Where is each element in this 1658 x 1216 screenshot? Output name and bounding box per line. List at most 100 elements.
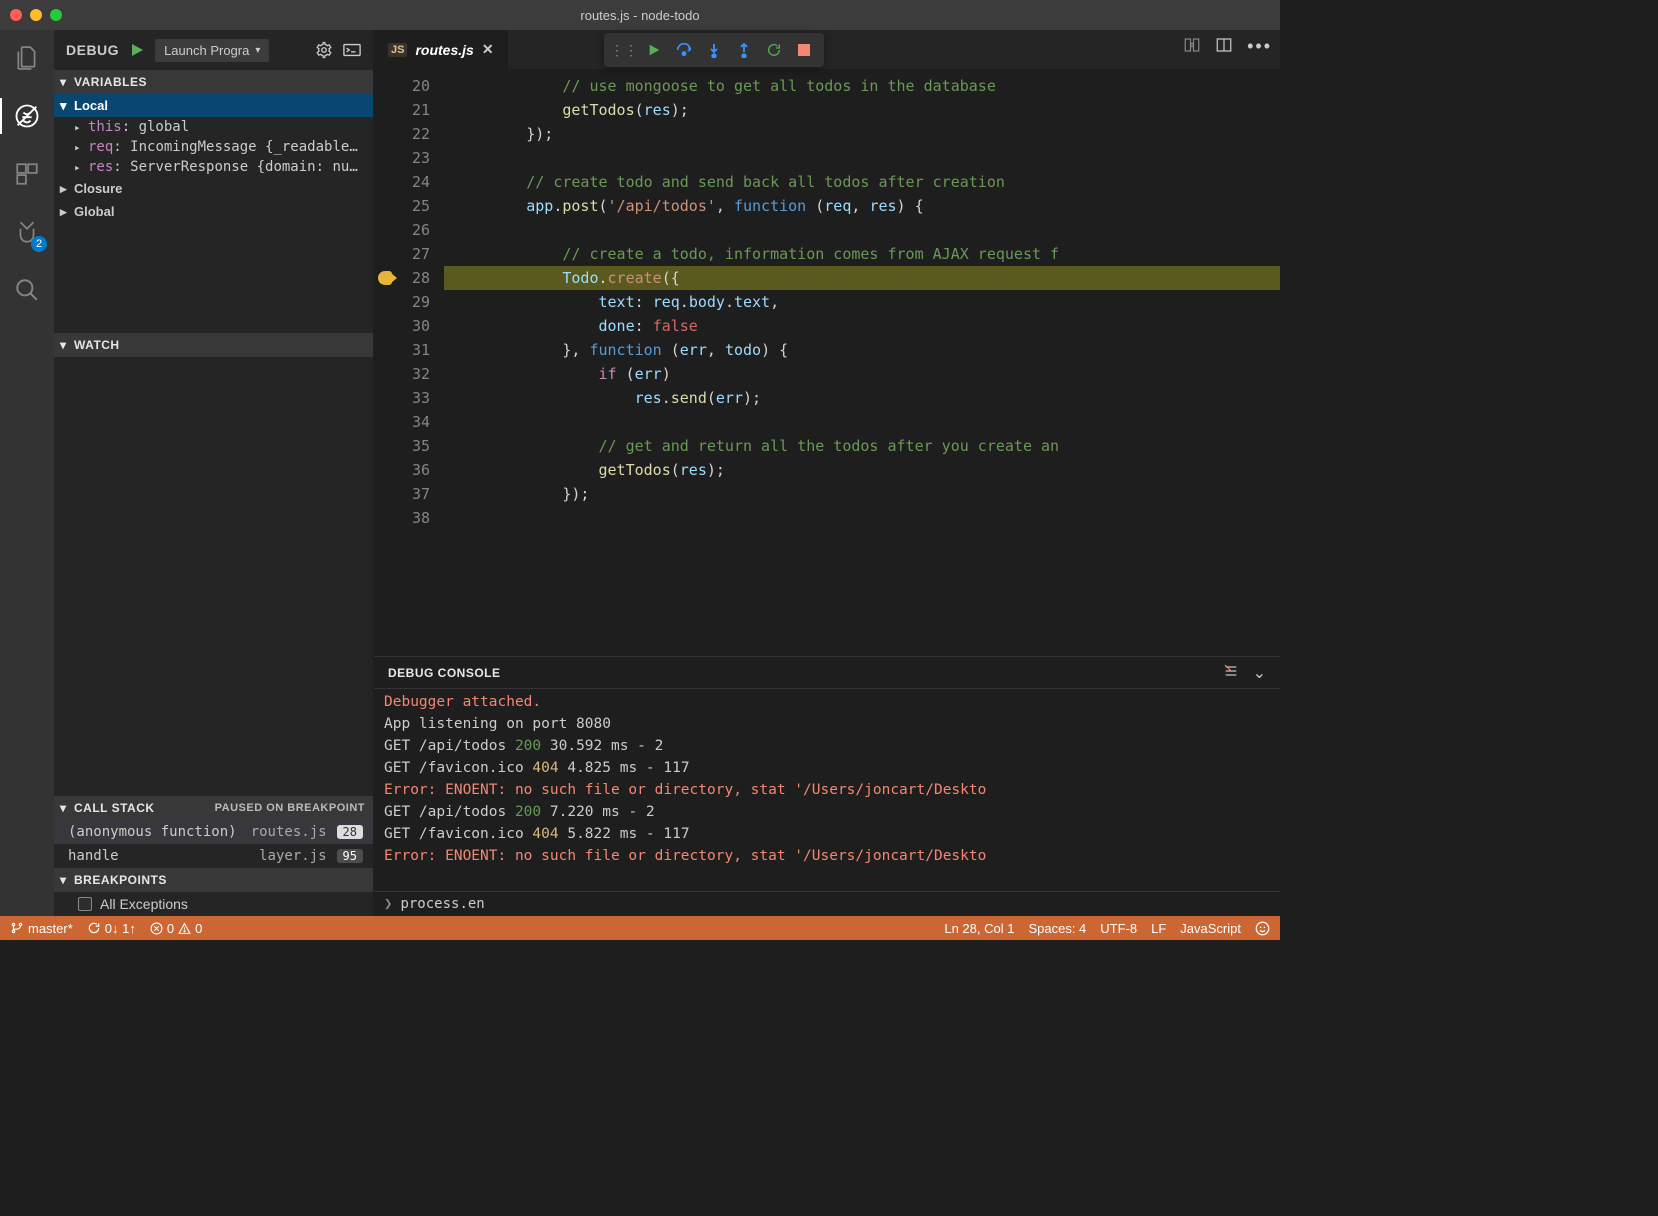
console-icon: [343, 43, 361, 57]
watch-section-header[interactable]: ▾ WATCH: [54, 333, 373, 357]
eol[interactable]: LF: [1151, 921, 1166, 936]
git-branch[interactable]: master*: [10, 921, 73, 936]
callstack-section-header[interactable]: ▾ CALL STACK PAUSED ON BREAKPOINT: [54, 796, 373, 820]
code-line[interactable]: // use mongoose to get all todos in the …: [444, 74, 1280, 98]
breakpoint-item[interactable]: All Exceptions: [54, 892, 373, 916]
sync-icon: [87, 921, 101, 935]
language-mode[interactable]: JavaScript: [1180, 921, 1241, 936]
encoding[interactable]: UTF-8: [1100, 921, 1137, 936]
debug-settings-button[interactable]: [315, 41, 333, 59]
extensions-activity[interactable]: [9, 156, 45, 192]
variable-row[interactable]: ▸this: global: [54, 117, 373, 137]
code-line[interactable]: getTodos(res);: [444, 458, 1280, 482]
debug-sidebar: DEBUG Launch Progra ▾ ▾ VARIABLES ▾ Loca…: [54, 30, 374, 916]
tab-routes-js[interactable]: JS routes.js ✕: [374, 30, 509, 69]
drag-handle[interactable]: ⋮⋮: [610, 37, 638, 63]
scm-activity[interactable]: 2: [9, 214, 45, 250]
code-line[interactable]: // create a todo, information comes from…: [444, 242, 1280, 266]
console-line: GET /api/todos 200 30.592 ms - 2: [384, 735, 1270, 757]
console-line: Debugger attached.: [384, 691, 1270, 713]
code-line[interactable]: Todo.create({: [444, 266, 1280, 290]
line-number: 22: [412, 125, 430, 143]
variable-row[interactable]: ▸req: IncomingMessage {_readableSt…: [54, 137, 373, 157]
code-line[interactable]: // create todo and send back all todos a…: [444, 170, 1280, 194]
close-tab-button[interactable]: ✕: [482, 41, 494, 58]
step-out-button[interactable]: [730, 37, 758, 63]
console-line: GET /api/todos 200 7.220 ms - 2: [384, 801, 1270, 823]
code-line[interactable]: done: false: [444, 314, 1280, 338]
code-line[interactable]: getTodos(res);: [444, 98, 1280, 122]
launch-config-select[interactable]: Launch Progra ▾: [155, 39, 269, 62]
code-line[interactable]: }, function (err, todo) {: [444, 338, 1280, 362]
editor-tabs: JS routes.js ✕ ⋮⋮ •••: [374, 30, 1280, 70]
stop-button[interactable]: [790, 37, 818, 63]
variables-section-header[interactable]: ▾ VARIABLES: [54, 70, 373, 94]
line-number: 20: [412, 77, 430, 95]
line-number: 28: [412, 269, 430, 287]
clear-console-button[interactable]: [1223, 663, 1239, 683]
error-icon: [150, 922, 163, 935]
code-line[interactable]: });: [444, 122, 1280, 146]
console-input[interactable]: process.en: [400, 896, 484, 912]
debug-console-toggle[interactable]: [343, 43, 361, 57]
compare-button[interactable]: [1183, 36, 1201, 57]
window-title: routes.js - node-todo: [580, 8, 699, 23]
split-editor-button[interactable]: [1215, 36, 1233, 57]
code-line[interactable]: [444, 218, 1280, 242]
code-line[interactable]: [444, 506, 1280, 530]
bug-slash-icon: [13, 102, 41, 130]
callstack-frame[interactable]: handlelayer.js95: [54, 844, 373, 868]
line-number: 34: [412, 413, 430, 431]
chevron-right-icon: ▸: [74, 161, 81, 174]
step-into-icon: [707, 42, 721, 58]
variable-row[interactable]: ▸res: ServerResponse {domain: null…: [54, 157, 373, 177]
code-line[interactable]: [444, 410, 1280, 434]
play-icon: [647, 43, 661, 57]
code-body[interactable]: // use mongoose to get all todos in the …: [444, 70, 1280, 656]
code-editor[interactable]: 20212223242526272829303132333435363738 /…: [374, 70, 1280, 656]
step-over-button[interactable]: [670, 37, 698, 63]
scope-global[interactable]: ▸ Global: [54, 200, 373, 223]
smiley-icon: [1255, 921, 1270, 936]
debug-activity[interactable]: [9, 98, 45, 134]
chevron-down-icon: ▾: [60, 338, 67, 352]
step-into-button[interactable]: [700, 37, 728, 63]
indentation[interactable]: Spaces: 4: [1028, 921, 1086, 936]
minimize-window-button[interactable]: [30, 9, 42, 21]
chevron-down-icon: ⌄: [1253, 665, 1266, 682]
console-output[interactable]: Debugger attached.App listening on port …: [374, 689, 1280, 891]
maximize-window-button[interactable]: [50, 9, 62, 21]
close-window-button[interactable]: [10, 9, 22, 21]
breakpoints-section-header[interactable]: ▾ BREAKPOINTS: [54, 868, 373, 892]
cursor-position[interactable]: Ln 28, Col 1: [944, 921, 1014, 936]
scope-closure[interactable]: ▸ Closure: [54, 177, 373, 200]
bottom-panel: DEBUG CONSOLE ⌄ Debugger attached.App li…: [374, 656, 1280, 916]
console-line: Error: ENOENT: no such file or directory…: [384, 779, 1270, 801]
scope-local[interactable]: ▾ Local: [54, 94, 373, 117]
callstack-frame[interactable]: (anonymous function)routes.js28: [54, 820, 373, 844]
warning-icon: [178, 922, 191, 935]
code-line[interactable]: [444, 146, 1280, 170]
code-line[interactable]: text: req.body.text,: [444, 290, 1280, 314]
start-debug-button[interactable]: [129, 42, 145, 58]
debug-toolbar[interactable]: ⋮⋮: [604, 33, 824, 67]
files-icon: [14, 45, 40, 71]
sync-status[interactable]: 0↓ 1↑: [87, 921, 136, 936]
search-activity[interactable]: [9, 272, 45, 308]
panel-collapse-button[interactable]: ⌄: [1253, 663, 1266, 683]
code-line[interactable]: res.send(err);: [444, 386, 1280, 410]
restart-button[interactable]: [760, 37, 788, 63]
problems-status[interactable]: 0 0: [150, 921, 202, 936]
code-line[interactable]: // get and return all the todos after yo…: [444, 434, 1280, 458]
continue-button[interactable]: [640, 37, 668, 63]
explorer-activity[interactable]: [9, 40, 45, 76]
checkbox[interactable]: [78, 897, 92, 911]
breakpoint-marker[interactable]: [378, 271, 392, 285]
code-line[interactable]: if (err): [444, 362, 1280, 386]
panel-title: DEBUG CONSOLE: [388, 666, 501, 680]
chevron-down-icon: ▾: [60, 75, 67, 89]
feedback-button[interactable]: [1255, 921, 1270, 936]
code-line[interactable]: app.post('/api/todos', function (req, re…: [444, 194, 1280, 218]
more-actions-button[interactable]: •••: [1247, 36, 1272, 57]
code-line[interactable]: });: [444, 482, 1280, 506]
